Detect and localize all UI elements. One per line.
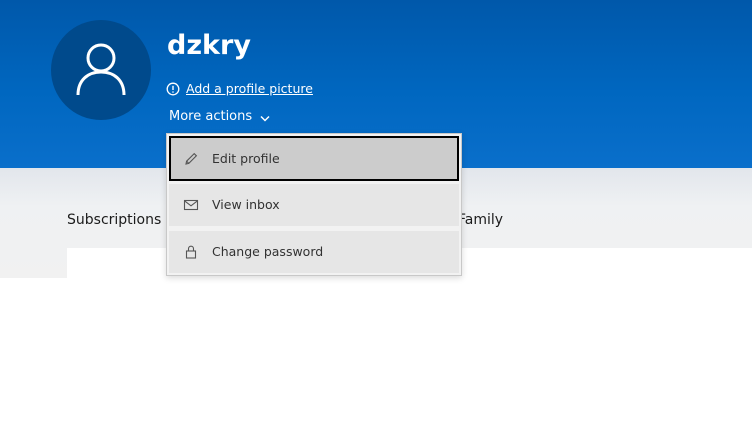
person-icon [76, 43, 126, 96]
add-profile-picture-label[interactable]: Add a profile picture [186, 81, 313, 97]
info-icon [166, 82, 180, 96]
profile-name: dzkry [167, 30, 251, 61]
pencil-icon [185, 152, 198, 165]
tab-subscriptions[interactable]: Subscriptions [67, 210, 161, 230]
menu-item-label: View inbox [212, 197, 280, 212]
menu-item-view-inbox[interactable]: View inbox [169, 184, 459, 226]
avatar[interactable] [51, 20, 151, 120]
menu-item-change-password[interactable]: Change password [169, 231, 459, 273]
add-profile-picture-link[interactable]: Add a profile picture [166, 81, 313, 97]
more-actions-label: More actions [169, 109, 253, 124]
menu-item-label: Edit profile [212, 150, 280, 166]
menu-item-edit-profile[interactable]: Edit profile [169, 136, 459, 181]
more-actions-menu: Edit profile View inbox Change password [166, 133, 462, 276]
tab-family[interactable]: Family [458, 210, 503, 230]
account-page: dzkry Add a profile picture More actions… [0, 0, 752, 427]
chevron-down-icon [260, 115, 270, 122]
lock-icon [185, 245, 197, 259]
menu-item-label: Change password [212, 244, 324, 259]
more-actions-button[interactable]: More actions [169, 108, 270, 126]
mail-icon [183, 199, 199, 211]
